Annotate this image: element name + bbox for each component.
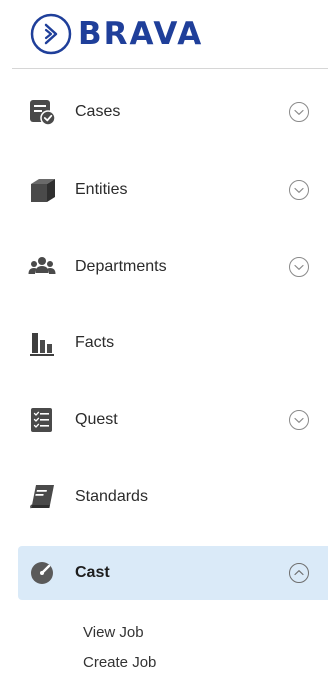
chevron-down-icon[interactable]: [288, 101, 310, 123]
cube-icon: [27, 175, 57, 205]
sidebar-item-label: Quest: [75, 411, 118, 428]
book-icon: [27, 482, 57, 512]
chevron-down-icon[interactable]: [288, 256, 310, 278]
checklist-icon: [27, 405, 57, 435]
brand-name: BRAVA: [78, 16, 204, 52]
submenu-item-create-job[interactable]: Create Job: [83, 653, 156, 673]
gauge-icon: [27, 558, 57, 588]
sidebar-item-label: Cast: [75, 564, 110, 581]
sidebar-item-label: Departments: [75, 258, 167, 275]
sidebar-item-departments[interactable]: Departments: [18, 240, 328, 294]
cases-icon: [27, 97, 57, 127]
sidebar-item-quest[interactable]: Quest: [18, 393, 328, 447]
submenu-item-view-job[interactable]: View Job: [83, 623, 144, 643]
sidebar-item-label: Cases: [75, 103, 121, 120]
brand-logo[interactable]: BRAVA: [30, 11, 203, 57]
sidebar-item-label: Standards: [75, 488, 148, 505]
bar-chart-icon: [27, 328, 57, 358]
sidebar-item-cases[interactable]: Cases: [18, 85, 328, 139]
sidebar-item-label: Entities: [75, 181, 128, 198]
users-group-icon: [27, 252, 57, 282]
chevron-down-icon[interactable]: [288, 179, 310, 201]
sidebar-item-facts[interactable]: Facts: [18, 316, 328, 370]
header-divider: [12, 68, 328, 69]
sidebar-item-label: Facts: [75, 334, 115, 351]
sidebar-item-entities[interactable]: Entities: [18, 163, 328, 217]
chevron-down-icon[interactable]: [288, 409, 310, 431]
sidebar-item-cast[interactable]: Cast: [18, 546, 328, 600]
sidebar-item-standards[interactable]: Standards: [18, 470, 328, 524]
chevron-up-icon[interactable]: [288, 562, 310, 584]
brava-logo-icon: [30, 13, 72, 55]
